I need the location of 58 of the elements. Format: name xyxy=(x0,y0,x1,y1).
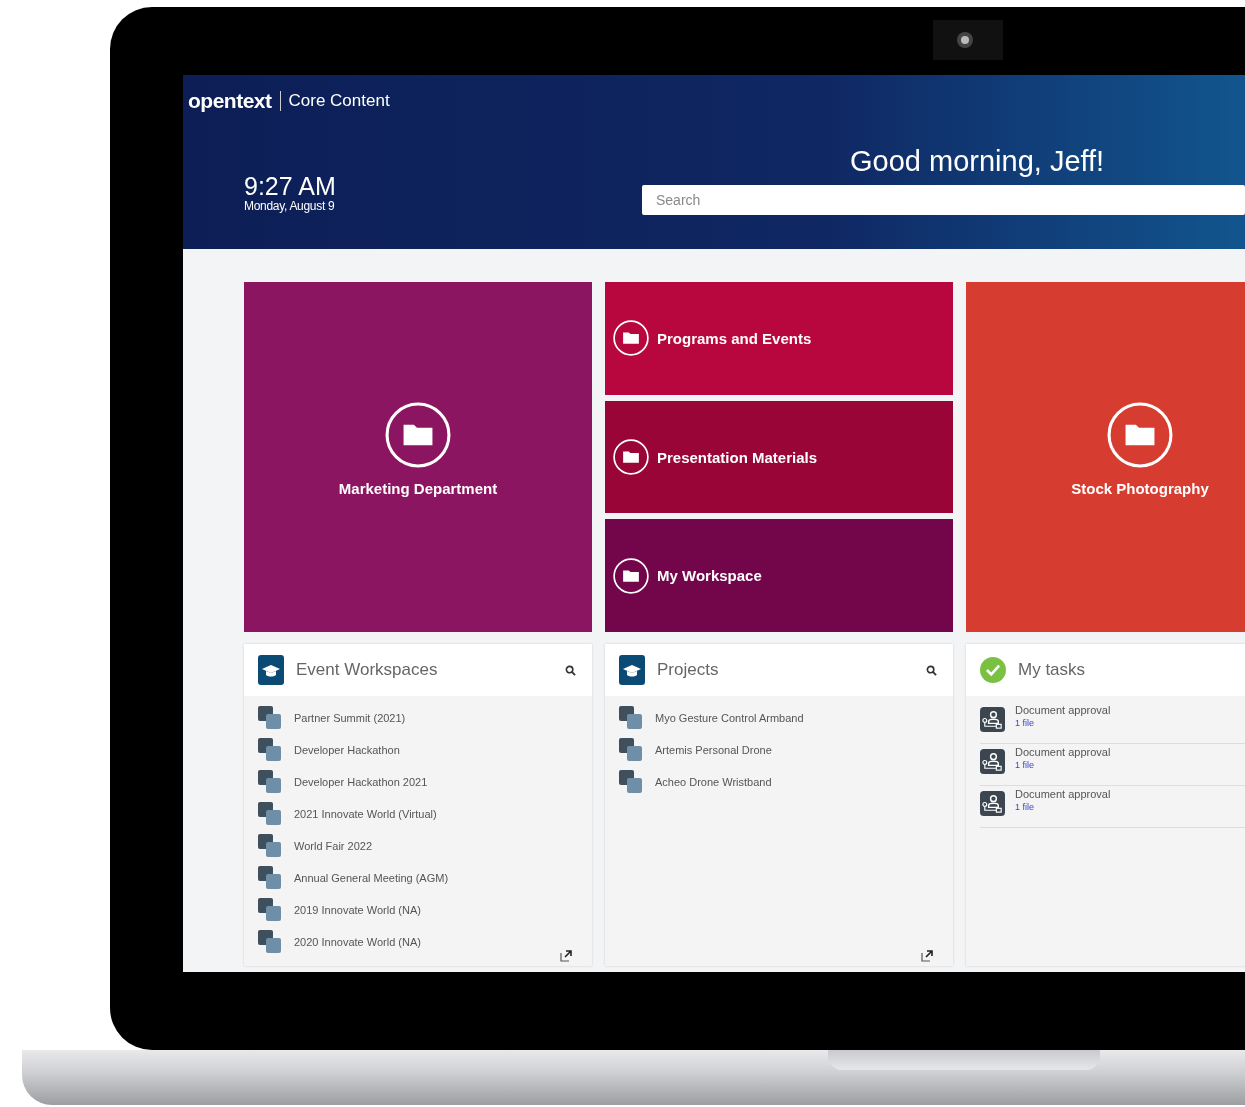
workspace-link[interactable]: Annual General Meeting (AGM) xyxy=(294,872,449,884)
file-count-link[interactable]: 1 file xyxy=(1015,760,1111,770)
workspace-icon xyxy=(619,770,643,794)
folder-tile[interactable]: Stock Photography xyxy=(966,282,1245,632)
graduation-cap-icon xyxy=(258,655,284,685)
folder-icon xyxy=(613,439,649,475)
brand-logo: opentext xyxy=(188,89,272,113)
workspace-icon xyxy=(258,834,282,858)
panel-title: My tasks xyxy=(1018,660,1087,680)
clock-date: Monday, August 9 xyxy=(244,199,336,213)
folder-icon xyxy=(385,401,451,468)
folder-icon xyxy=(1107,401,1173,468)
workspace-link[interactable]: Myo Gesture Control Armband xyxy=(655,712,804,724)
checkmark-icon xyxy=(980,655,1006,685)
search-icon[interactable] xyxy=(926,664,937,676)
file-count-link[interactable]: 1 file xyxy=(1015,802,1111,812)
search-icon[interactable] xyxy=(565,664,576,676)
workspace-link[interactable]: 2019 Innovate World (NA) xyxy=(294,904,421,916)
folder-tile[interactable]: Programs and Events xyxy=(605,282,953,395)
camera-icon xyxy=(933,20,1003,60)
workspace-link[interactable]: Acheo Drone Wristband xyxy=(655,776,772,788)
workspace-link[interactable]: 2021 Innovate World (Virtual) xyxy=(294,808,437,820)
graduation-cap-icon xyxy=(619,655,645,685)
product-name: Core Content xyxy=(288,91,390,111)
workspace-link[interactable]: 2020 Innovate World (NA) xyxy=(294,936,421,948)
workspace-link[interactable]: Partner Summit (2021) xyxy=(294,712,406,724)
clock-time: 9:27 AM xyxy=(244,173,337,199)
workspace-link[interactable]: World Fair 2022 xyxy=(294,840,373,852)
workspace-icon xyxy=(619,738,643,762)
greeting-text: Good morning, Jeff! xyxy=(850,145,1106,179)
search-field[interactable]: Search xyxy=(642,185,1245,215)
workspace-icon xyxy=(258,706,282,730)
workspace-icon xyxy=(258,802,282,826)
open-external-icon[interactable] xyxy=(560,950,572,962)
workspace-link[interactable]: Developer Hackathon xyxy=(294,744,400,756)
task-title[interactable]: Document approval xyxy=(1015,704,1111,716)
workspace-link[interactable]: Developer Hackathon 2021 xyxy=(294,776,428,788)
folder-icon xyxy=(613,320,649,357)
workspace-icon xyxy=(258,866,282,890)
workspace-icon xyxy=(258,770,282,794)
workspace-icon xyxy=(258,738,282,762)
workspace-icon xyxy=(619,706,643,730)
folder-tile[interactable]: Presentation Materials xyxy=(605,400,953,514)
folder-icon xyxy=(613,557,649,594)
folder-tile[interactable]: My Workspace xyxy=(605,519,953,632)
workflow-icon xyxy=(980,749,1005,774)
file-count-link[interactable]: 1 file xyxy=(1015,718,1111,728)
workflow-icon xyxy=(980,707,1005,732)
panel-title: Event Workspaces xyxy=(296,660,439,680)
open-external-icon[interactable] xyxy=(921,950,933,962)
workflow-icon xyxy=(980,791,1005,816)
folder-tile[interactable]: Marketing Department xyxy=(244,282,592,632)
workspace-icon xyxy=(258,898,282,922)
task-title[interactable]: Document approval xyxy=(1015,746,1111,758)
workspace-link[interactable]: Artemis Personal Drone xyxy=(655,744,772,756)
workspace-icon xyxy=(258,930,282,954)
panel-title: Projects xyxy=(657,660,720,680)
task-title[interactable]: Document approval xyxy=(1015,788,1111,800)
